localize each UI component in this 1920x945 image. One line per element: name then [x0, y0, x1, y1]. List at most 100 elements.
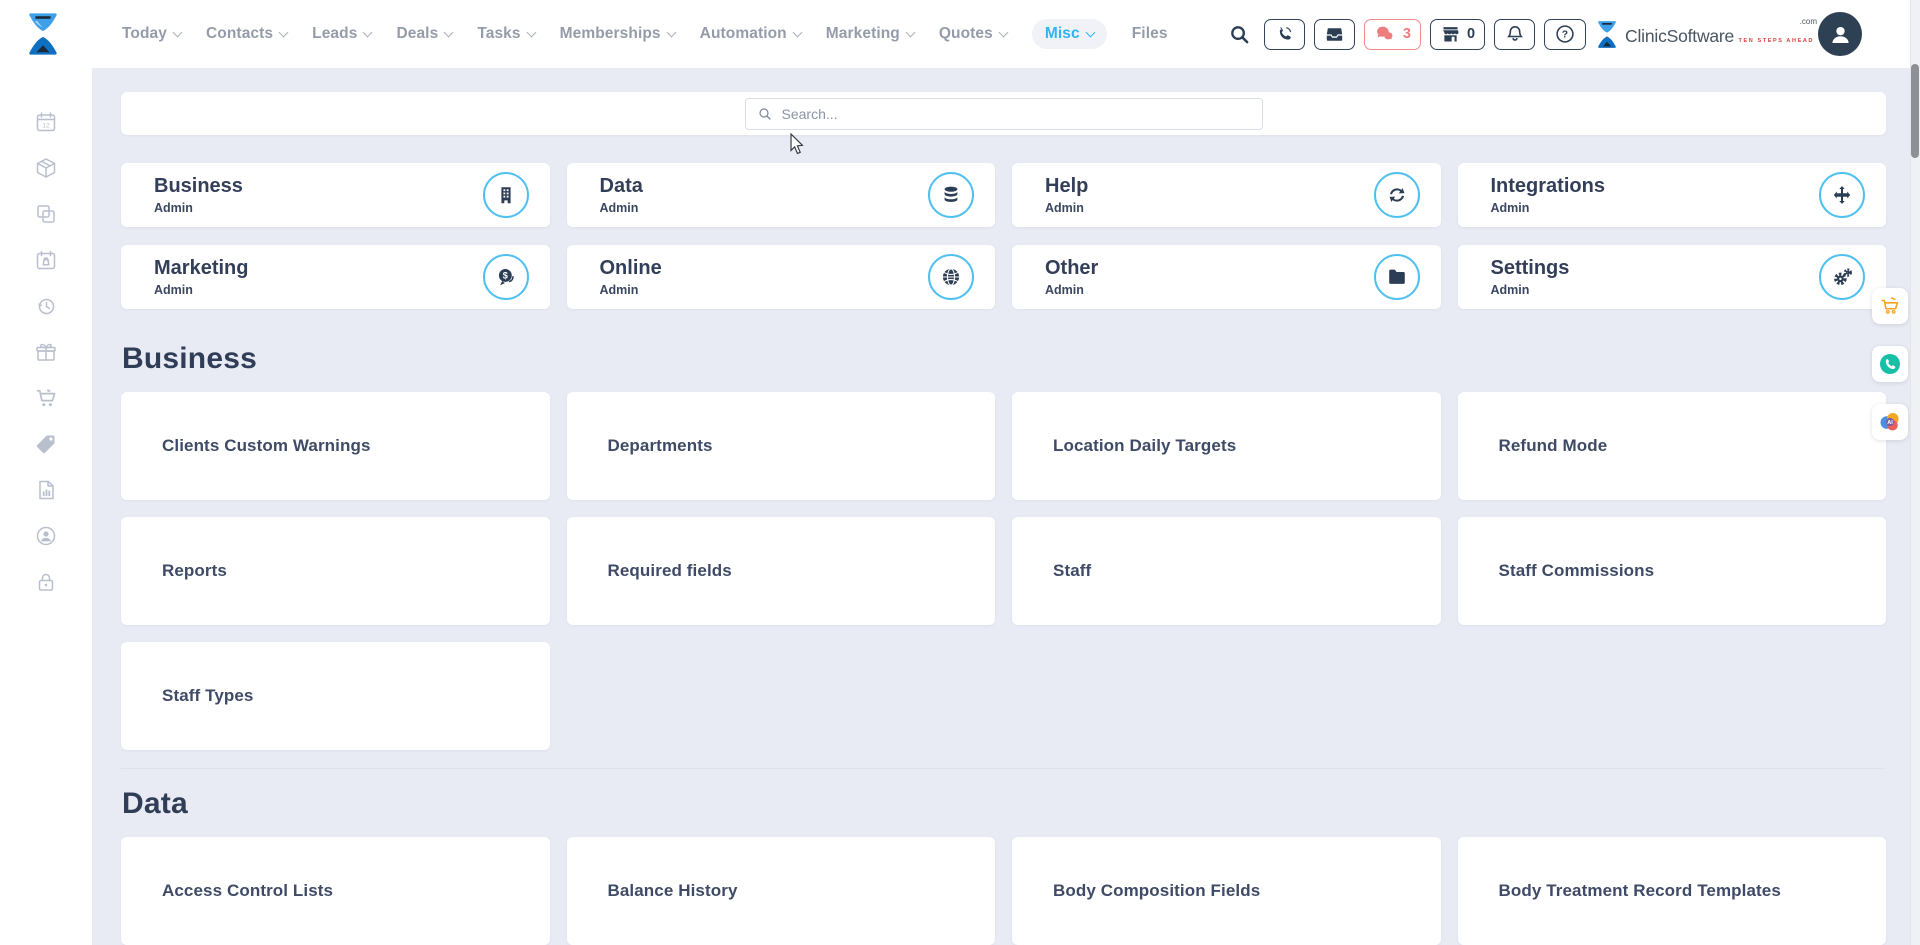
nav-item-misc[interactable]: Misc — [1032, 19, 1107, 49]
chevron-down-icon — [526, 27, 536, 37]
brand-name: ClinicSoftware — [1625, 26, 1734, 46]
sidebar-item-tag[interactable] — [33, 432, 59, 456]
badge-count: 3 — [1403, 26, 1411, 42]
sidebar-item-history[interactable] — [33, 294, 59, 318]
item-card-label: Staff Commissions — [1499, 561, 1655, 581]
chat-button[interactable]: 3 — [1364, 19, 1421, 50]
category-grid: Business Admin Data Admin Help Admin Int… — [121, 163, 1886, 309]
item-card-staff[interactable]: Staff — [1012, 517, 1441, 625]
page-scrollbar[interactable] — [1910, 0, 1920, 945]
sidebar-item-gift[interactable] — [33, 340, 59, 364]
category-card-settings[interactable]: Settings Admin — [1458, 245, 1887, 309]
nav-item-files[interactable]: Files — [1132, 25, 1168, 43]
item-card-label: Staff — [1053, 561, 1091, 581]
history-icon — [34, 294, 58, 318]
sidebar-item-report[interactable] — [33, 478, 59, 502]
category-title: Business — [154, 175, 243, 198]
store-button[interactable]: 0 — [1430, 19, 1485, 50]
user-icon — [1827, 21, 1854, 48]
nav-item-deals[interactable]: Deals — [396, 25, 452, 43]
search-input[interactable] — [782, 106, 1251, 122]
category-card-online[interactable]: Online Admin — [567, 245, 996, 309]
category-title: Marketing — [154, 257, 248, 280]
item-card-departments[interactable]: Departments — [567, 392, 996, 500]
hands-icon — [1386, 184, 1408, 206]
category-title: Integrations — [1491, 175, 1605, 198]
inbox-button[interactable] — [1314, 19, 1355, 50]
item-card-refund-mode[interactable]: Refund Mode — [1458, 392, 1887, 500]
nav-item-automation[interactable]: Automation — [700, 25, 801, 43]
calendar-icon: 12 — [34, 110, 58, 134]
report-icon — [34, 478, 58, 502]
section-title: Data — [122, 787, 1886, 821]
category-card-integrations[interactable]: Integrations Admin — [1458, 163, 1887, 227]
category-card-help[interactable]: Help Admin — [1012, 163, 1441, 227]
search-button[interactable] — [1225, 19, 1255, 50]
item-card-label: Location Daily Targets — [1053, 436, 1236, 456]
nav-item-today[interactable]: Today — [122, 25, 181, 43]
category-subtitle: Admin — [600, 201, 643, 215]
move-icon — [1831, 184, 1853, 206]
item-card-staff-commissions[interactable]: Staff Commissions — [1458, 517, 1887, 625]
item-card-body-composition-fields[interactable]: Body Composition Fields — [1012, 837, 1441, 945]
item-card-access-control-lists[interactable]: Access Control Lists — [121, 837, 550, 945]
user-avatar[interactable] — [1818, 12, 1862, 56]
section-data: DataAccess Control ListsBalance HistoryB… — [121, 768, 1886, 945]
sidebar-item-package[interactable] — [33, 156, 59, 180]
item-card-label: Access Control Lists — [162, 881, 333, 901]
floating-cart-orange-button[interactable] — [1872, 288, 1908, 324]
sidebar-item-calendar[interactable]: 12 — [33, 110, 59, 134]
floating-ai-button[interactable]: AI — [1872, 404, 1908, 440]
item-card-staff-types[interactable]: Staff Types — [121, 642, 550, 750]
item-card-location-daily-targets[interactable]: Location Daily Targets — [1012, 392, 1441, 500]
bell-icon — [1505, 24, 1525, 44]
building-icon — [495, 184, 517, 206]
category-subtitle: Admin — [1491, 283, 1570, 297]
nav-item-contacts[interactable]: Contacts — [206, 25, 287, 43]
item-card-reports[interactable]: Reports — [121, 517, 550, 625]
category-card-business[interactable]: Business Admin — [121, 163, 550, 227]
nav-item-quotes[interactable]: Quotes — [939, 25, 1007, 43]
category-icon-circle — [483, 172, 529, 218]
search-box[interactable] — [745, 98, 1263, 130]
chat-icon — [1374, 23, 1397, 46]
help-icon: ? — [1554, 23, 1576, 45]
sidebar-item-lock[interactable] — [33, 570, 59, 594]
help-button[interactable]: ? — [1544, 19, 1586, 50]
sidebar-item-support[interactable] — [33, 524, 59, 548]
item-card-label: Required fields — [608, 561, 732, 581]
clinicsoftware-hourglass-logo[interactable] — [26, 11, 60, 57]
package-icon — [34, 156, 58, 180]
sidebar-item-shopping-calendar[interactable] — [33, 248, 59, 272]
scrollbar-thumb[interactable] — [1911, 64, 1919, 158]
sidebar-item-cart[interactable] — [33, 386, 59, 410]
sidebar-item-copy[interactable] — [33, 202, 59, 226]
item-card-balance-history[interactable]: Balance History — [567, 837, 996, 945]
nav-item-label: Today — [122, 25, 167, 43]
category-subtitle: Admin — [600, 283, 662, 297]
nav-item-memberships[interactable]: Memberships — [560, 25, 675, 43]
clinicsoftware-wordmark[interactable]: ClinicSoftware .com TEN STEPS AHEAD — [1596, 19, 1814, 50]
gears-icon — [1831, 266, 1854, 289]
store-icon — [1440, 24, 1461, 45]
item-card-label: Clients Custom Warnings — [162, 436, 371, 456]
phone-button[interactable] — [1264, 19, 1305, 50]
category-card-data[interactable]: Data Admin — [567, 163, 996, 227]
shopping-calendar-icon — [34, 248, 58, 272]
item-card-clients-custom-warnings[interactable]: Clients Custom Warnings — [121, 392, 550, 500]
money-icon: $ — [495, 266, 517, 288]
bell-button[interactable] — [1494, 19, 1535, 50]
floating-whatsapp-button[interactable] — [1872, 346, 1908, 382]
nav-item-marketing[interactable]: Marketing — [826, 25, 914, 43]
section-grid: Access Control ListsBalance HistoryBody … — [121, 837, 1886, 945]
nav-item-label: Marketing — [826, 25, 900, 43]
chevron-down-icon — [666, 27, 676, 37]
section-business: BusinessClients Custom WarningsDepartmen… — [121, 342, 1886, 750]
category-icon-circle — [1819, 172, 1865, 218]
nav-item-leads[interactable]: Leads — [312, 25, 371, 43]
category-card-marketing[interactable]: Marketing Admin $ — [121, 245, 550, 309]
item-card-body-treatment-record-templates[interactable]: Body Treatment Record Templates — [1458, 837, 1887, 945]
item-card-required-fields[interactable]: Required fields — [567, 517, 996, 625]
nav-item-tasks[interactable]: Tasks — [477, 25, 534, 43]
category-card-other[interactable]: Other Admin — [1012, 245, 1441, 309]
